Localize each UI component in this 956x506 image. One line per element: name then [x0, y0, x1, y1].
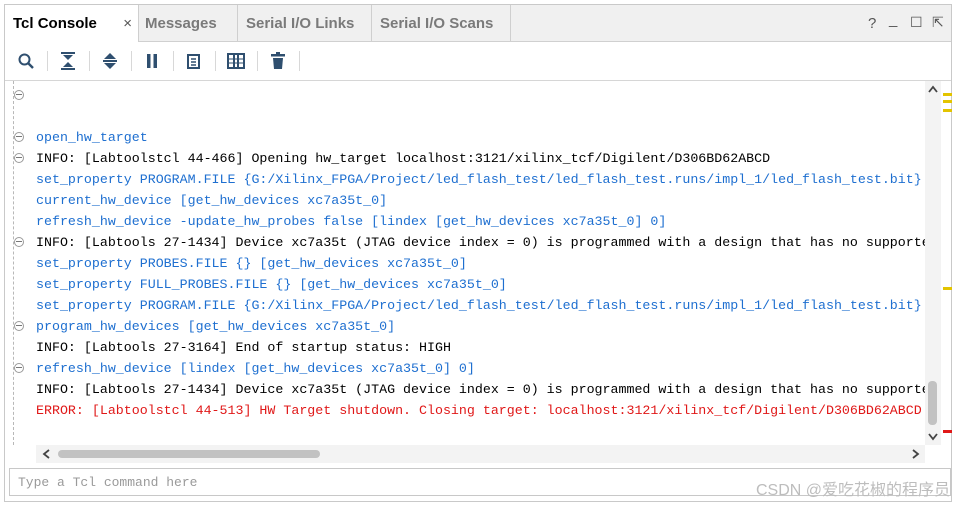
overview-ruler	[942, 81, 952, 445]
scroll-left-icon[interactable]	[42, 449, 50, 459]
tab-serial-io-scans[interactable]: Serial I/O Scans	[372, 5, 511, 41]
tab-bar: Tcl Console × Messages Serial I/O Links …	[5, 5, 951, 42]
tab-serial-io-links[interactable]: Serial I/O Links	[238, 5, 372, 41]
error-line: ERROR: [Labtoolstcl 44-513] HW Target sh…	[36, 403, 922, 418]
tab-label: Serial I/O Links	[246, 14, 355, 32]
pause-icon[interactable]	[139, 49, 165, 73]
toolbar-divider	[299, 51, 300, 71]
float-icon[interactable]: ⇱	[932, 14, 944, 31]
console-output[interactable]: open_hw_target INFO: [Labtoolstcl 44-466]…	[5, 81, 951, 445]
copy-icon[interactable]	[181, 49, 207, 73]
toolbar-divider	[131, 51, 132, 71]
help-icon[interactable]: ?	[868, 15, 876, 32]
tab-messages[interactable]: Messages	[139, 5, 238, 41]
watermark: CSDN @爱吃花椒的程序员	[755, 482, 950, 499]
fold-toggle-icon[interactable]	[14, 90, 24, 100]
delete-icon[interactable]	[265, 49, 291, 73]
horizontal-scrollbar[interactable]	[36, 445, 925, 463]
expand-all-icon[interactable]	[97, 49, 123, 73]
horizontal-scroll-thumb[interactable]	[58, 450, 320, 458]
scroll-marker	[943, 109, 952, 112]
vertical-scroll-thumb[interactable]	[928, 381, 937, 425]
info-line: INFO: [Labtools 27-1434] Device xc7a35t …	[36, 235, 926, 250]
maximize-icon[interactable]: ☐	[910, 14, 923, 31]
minimize-icon[interactable]: _	[889, 11, 897, 28]
scroll-marker	[943, 430, 952, 433]
console-toolbar	[5, 42, 951, 81]
close-icon[interactable]: ×	[123, 15, 132, 32]
tab-tcl-console[interactable]: Tcl Console ×	[5, 5, 139, 42]
command-line: refresh_hw_device [lindex [get_hw_device…	[36, 361, 475, 376]
info-line: INFO: [Labtools 27-3164] End of startup …	[36, 340, 451, 355]
toolbar-divider	[89, 51, 90, 71]
tab-label: Tcl Console	[13, 15, 97, 32]
info-line: INFO: [Labtools 27-1434] Device xc7a35t …	[36, 382, 926, 397]
command-line: set_property FULL_PROBES.FILE {} [get_hw…	[36, 277, 507, 292]
info-line: INFO: [Labtoolstcl 44-466] Opening hw_ta…	[36, 151, 771, 166]
command-line: set_property PROBES.FILE {} [get_hw_devi…	[36, 256, 467, 271]
fold-toggle-icon[interactable]	[14, 153, 24, 163]
command-line: open_hw_target	[36, 130, 148, 145]
command-line: current_hw_device [get_hw_devices xc7a35…	[36, 193, 388, 208]
toolbar-divider	[47, 51, 48, 71]
collapse-all-icon[interactable]	[55, 49, 81, 73]
scroll-marker	[943, 93, 952, 96]
scroll-right-icon[interactable]	[912, 449, 920, 459]
command-line	[36, 85, 926, 106]
scroll-up-icon[interactable]	[928, 85, 938, 93]
command-line: set_property PROGRAM.FILE {G:/Xilinx_FPG…	[36, 298, 922, 313]
tab-label: Serial I/O Scans	[380, 14, 494, 32]
tcl-console-panel: Tcl Console × Messages Serial I/O Links …	[4, 4, 952, 502]
scroll-down-icon[interactable]	[928, 433, 938, 441]
scroll-marker	[943, 287, 952, 290]
command-line	[36, 106, 926, 127]
tab-label: Messages	[145, 14, 217, 32]
fold-toggle-icon[interactable]	[14, 321, 24, 331]
fold-toggle-icon[interactable]	[14, 237, 24, 247]
command-line: set_property PROGRAM.FILE {G:/Xilinx_FPG…	[36, 172, 922, 187]
command-line: program_hw_devices [get_hw_devices xc7a3…	[36, 319, 396, 334]
fold-toggle-icon[interactable]	[14, 132, 24, 142]
fold-toggle-icon[interactable]	[14, 363, 24, 373]
toolbar-divider	[257, 51, 258, 71]
scroll-marker	[943, 100, 952, 103]
columns-icon[interactable]	[223, 49, 249, 73]
toolbar-divider	[173, 51, 174, 71]
toolbar-divider	[215, 51, 216, 71]
command-line: refresh_hw_device -update_hw_probes fals…	[36, 214, 667, 229]
vertical-scrollbar[interactable]	[925, 81, 941, 445]
search-icon[interactable]	[13, 49, 39, 73]
